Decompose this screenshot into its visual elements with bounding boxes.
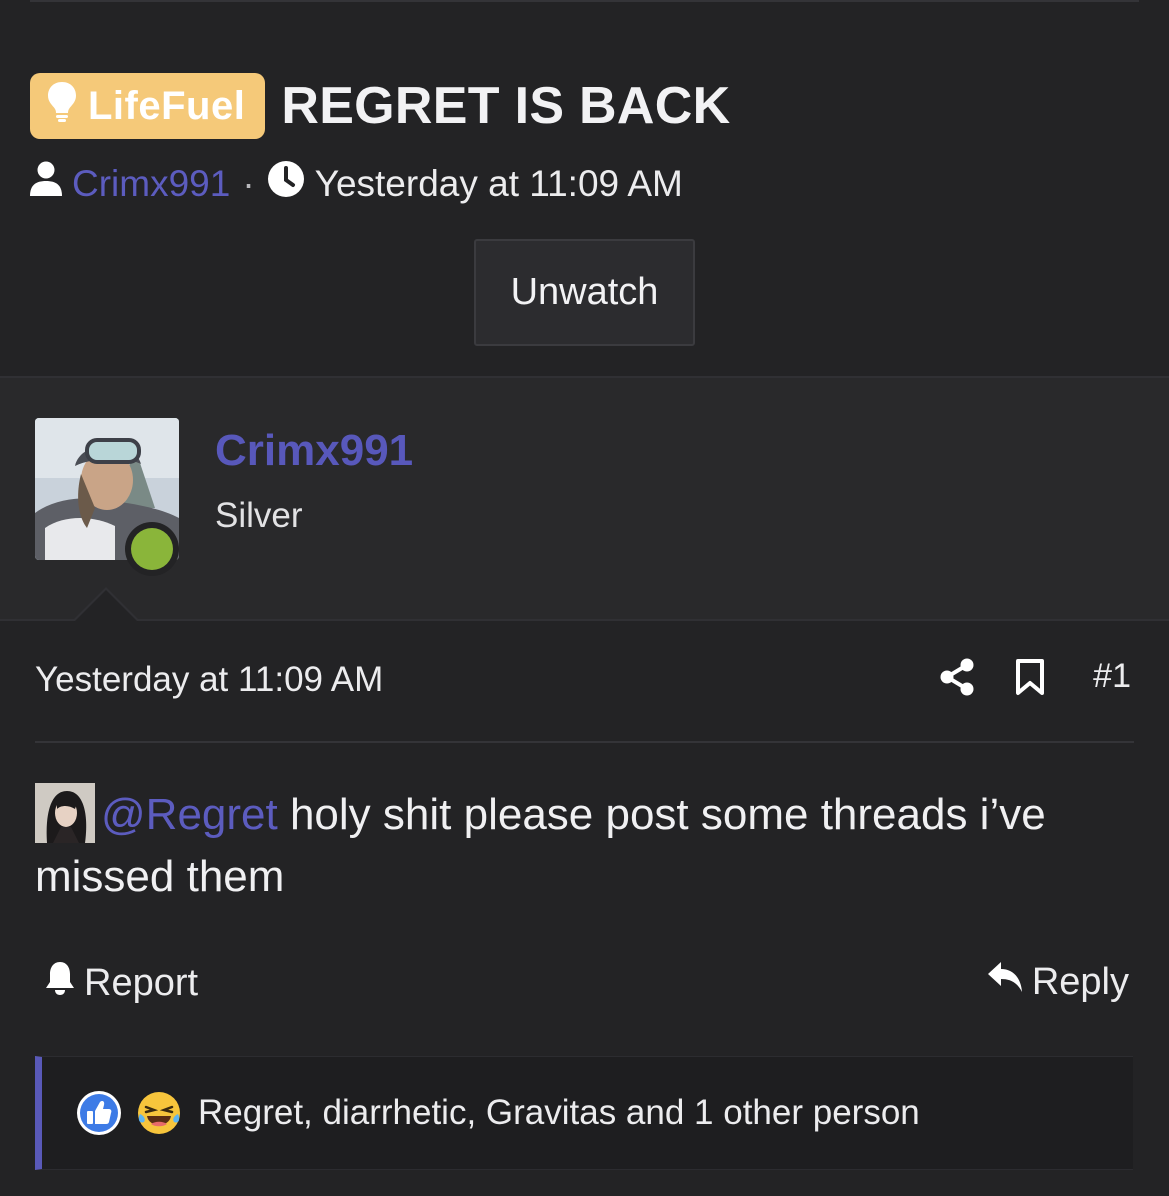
clock-icon	[267, 160, 305, 207]
share-icon[interactable]	[939, 658, 975, 696]
user-mention-link[interactable]: @Regret	[101, 790, 278, 839]
post-user-block: Crimx991 Silver	[0, 376, 1169, 621]
post-actions: #1	[899, 657, 1131, 696]
user-rank-title: Silver	[215, 496, 303, 535]
thread-title-row: LifeFuel REGRET IS BACK	[30, 73, 730, 139]
report-button[interactable]: Report	[44, 960, 198, 1006]
reply-button[interactable]: Reply	[986, 960, 1129, 1004]
thread-author-link[interactable]: Crimx991	[72, 163, 230, 205]
report-label: Report	[84, 961, 199, 1004]
meta-separator: ·	[242, 162, 255, 204]
laugh-icon	[136, 1090, 182, 1136]
reply-arrow-icon	[986, 960, 1032, 1004]
thread-start-date[interactable]: Yesterday at 11:09 AM	[315, 163, 683, 205]
bell-icon	[44, 960, 84, 1006]
thread-page: LifeFuel REGRET IS BACK Crimx991 · Yeste…	[0, 0, 1169, 1196]
user-arrow	[74, 590, 138, 622]
user-icon	[28, 160, 64, 207]
online-status-indicator	[125, 522, 179, 576]
post-message: @Regret holy shit please post some threa…	[35, 783, 1109, 908]
reply-label: Reply	[1031, 960, 1129, 1003]
post-number-link[interactable]: #1	[1093, 657, 1131, 696]
post-author-name[interactable]: Crimx991	[215, 426, 413, 476]
top-divider	[30, 0, 1139, 2]
reactions-bar[interactable]: Regret, diarrhetic, Gravitas and 1 other…	[35, 1056, 1133, 1170]
prefix-label: LifeFuel	[88, 83, 246, 128]
reactions-summary[interactable]: Regret, diarrhetic, Gravitas and 1 other…	[198, 1093, 920, 1133]
post-timestamp[interactable]: Yesterday at 11:09 AM	[35, 660, 383, 700]
unwatch-button[interactable]: Unwatch	[474, 239, 695, 346]
bookmark-icon[interactable]	[1015, 658, 1045, 696]
mention-avatar	[35, 783, 95, 843]
thread-title: REGRET IS BACK	[281, 77, 731, 135]
thread-meta: Crimx991 · Yesterday at 11:09 AM	[28, 160, 683, 207]
lightbulb-icon	[46, 80, 88, 132]
thread-prefix-badge[interactable]: LifeFuel	[30, 73, 266, 139]
post-divider	[35, 741, 1134, 743]
like-icon	[76, 1090, 122, 1136]
